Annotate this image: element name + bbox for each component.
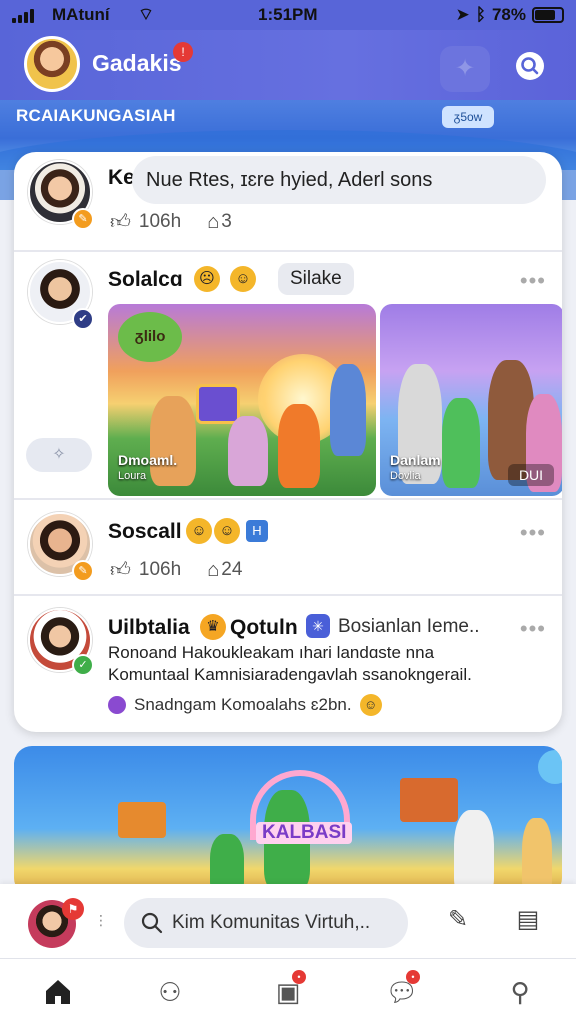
carrier-name: MAtuní [52, 5, 110, 24]
section-title: RCAIAKUNGASIAH [16, 106, 176, 125]
profile-icon[interactable]: ⚲ [500, 972, 540, 1012]
home-glyph [46, 980, 70, 1004]
bottom-bar: ⚑ ⋮ Kim Komunitas Virtuh,.. ✎ ▤ ⚇ ▣ • 💬︎ •… [0, 884, 576, 1024]
person-figure [330, 364, 366, 456]
more-options-icon[interactable]: ••• [520, 616, 546, 642]
post-stats: 👍︎ 106h ⌂ 3 [110, 210, 232, 234]
app-title: Gadakis [92, 50, 182, 76]
photo-caption: Danlam [390, 452, 441, 468]
puzzle-icon[interactable]: ✎ [442, 904, 474, 936]
post-author[interactable]: Soscall [108, 520, 182, 544]
banner-title: KALBASI [256, 822, 353, 844]
person-figure [442, 398, 480, 488]
like-icon[interactable]: 👍︎ [110, 210, 131, 234]
more-options-icon[interactable]: ••• [520, 268, 546, 294]
location-icon: ➤ [455, 5, 470, 24]
bluetooth-icon: ᛒ [475, 5, 486, 24]
marketplace-icon[interactable]: ▣ • [268, 970, 308, 1012]
box-illustration [400, 778, 458, 822]
home-icon[interactable] [38, 972, 78, 1012]
signal-icon [12, 9, 34, 23]
section-chip[interactable]: ᵹ5ᴏᴡ [442, 106, 494, 128]
leaf-sign: ᵹlilo [118, 312, 182, 362]
post-extra: Bosianlan Ieme.. [338, 616, 480, 637]
collapse-toggle[interactable]: ✧ [26, 438, 92, 472]
post-1: ✎ Ke Nue Rtes, ɪɛre hyied, Aderl sons 👍︎… [14, 152, 562, 250]
post-tag[interactable]: Silake [278, 263, 354, 295]
like-count: 106h [138, 211, 182, 232]
post-photo[interactable]: ᵹlilo Dmoaml. Loura [108, 304, 376, 496]
balloon-decoration [538, 750, 562, 784]
box-illustration [118, 802, 166, 838]
person-figure [228, 416, 268, 486]
community-search-input[interactable]: Kim Komunitas Virtuh,.. [124, 898, 408, 948]
search-icon [141, 912, 163, 934]
emoji-icon: ☺ [359, 694, 382, 716]
tablet-illustration [196, 384, 240, 424]
emoji-icon: ☹ [194, 266, 220, 292]
post-photo[interactable]: Danlam Dovlia DUI [380, 304, 562, 496]
flag-icon: H [246, 520, 268, 542]
profile-avatar[interactable] [24, 36, 80, 92]
star-icon[interactable]: ✦ [440, 46, 490, 92]
post-body-line: Ronoand Hakoukleakam ıhari landɑste nna [108, 643, 435, 662]
photo-subcaption: Dovlia [390, 470, 421, 482]
link-icon [108, 696, 126, 714]
like-icon[interactable]: 👍︎ [110, 558, 131, 582]
post-author[interactable]: Solalcɑ [108, 268, 183, 292]
battery-icon [532, 7, 564, 23]
notification-badge: ! [173, 42, 193, 62]
post-text-bubble[interactable]: Nue Rtes, ɪɛre hyied, Aderl sons [132, 156, 546, 204]
check-icon: ✓ [72, 654, 94, 676]
feed-card: ✎ Ke Nue Rtes, ɪɛre hyied, Aderl sons 👍︎… [14, 152, 562, 732]
status-time: 1:51PM [258, 5, 318, 24]
post-author[interactable]: Ke [108, 166, 135, 190]
pencil-icon: ✎ [72, 560, 94, 582]
pencil-icon: ✎ [72, 208, 94, 230]
share-icon[interactable]: ⌂ [207, 211, 219, 234]
share-icon[interactable]: ⌂ [207, 559, 219, 582]
battery-fill [535, 10, 556, 20]
photo-caption: Dmoaml. [118, 452, 178, 468]
post-3: ✎ Soscall ☺ ☺ H ••• 👍︎ 106h ⌂ 24 [14, 502, 562, 594]
compose-badge: ⚑ [62, 898, 84, 920]
post-author-2[interactable]: Qotuln [230, 616, 298, 640]
like-count: 106h [138, 559, 182, 580]
sparkle-icon: ✳ [306, 614, 330, 638]
video-duration: DUI [508, 464, 554, 486]
crown-icon: ♛ [200, 614, 226, 640]
nav-badge: • [292, 970, 306, 984]
photo-subcaption: Loura [118, 470, 147, 482]
nav-badge: • [406, 970, 420, 984]
post-author[interactable]: Uilbtalia [108, 616, 190, 640]
link-text: Snadngam Komoalahs ɛ2bn. [134, 695, 352, 714]
emoji-icon: ☺ [230, 266, 256, 292]
share-count: 3 [221, 211, 232, 232]
wifi-icon: ⌔ [138, 5, 154, 24]
chat-icon[interactable]: 💬︎ • [382, 970, 422, 1012]
battery-percent: 78% [491, 5, 526, 24]
divider [14, 498, 562, 500]
post-link[interactable]: Snadngam Komoalahs ɛ2bn. ☺ [108, 694, 382, 716]
more-options-icon[interactable]: ••• [520, 520, 546, 546]
emoji-icon: ☺ [186, 518, 212, 544]
emoji-icon: ☺ [214, 518, 240, 544]
post-body-line: Komuntaal Kamnisiaradengavlah ssanoknger… [108, 665, 472, 684]
groups-icon[interactable]: ⚇ [150, 972, 190, 1012]
post-stats: 👍︎ 106h ⌂ 24 [110, 558, 242, 582]
person-figure [278, 404, 320, 488]
share-count: 24 [221, 559, 243, 580]
verified-icon: ✔ [72, 308, 94, 330]
status-bar: MAtuní ⌔ 1:51PM ➤ ᛒ 78% [0, 0, 576, 30]
search-placeholder: Kim Komunitas Virtuh,.. [172, 912, 371, 933]
note-icon[interactable]: ▤ [512, 904, 544, 936]
person-figure [150, 396, 196, 486]
app-header: Gadakis ! ✦ [0, 30, 576, 110]
divider [0, 958, 576, 959]
dots-icon: ⋮ [94, 912, 108, 928]
featured-banner[interactable]: KALBASI [14, 746, 562, 896]
search-icon[interactable] [514, 50, 546, 82]
